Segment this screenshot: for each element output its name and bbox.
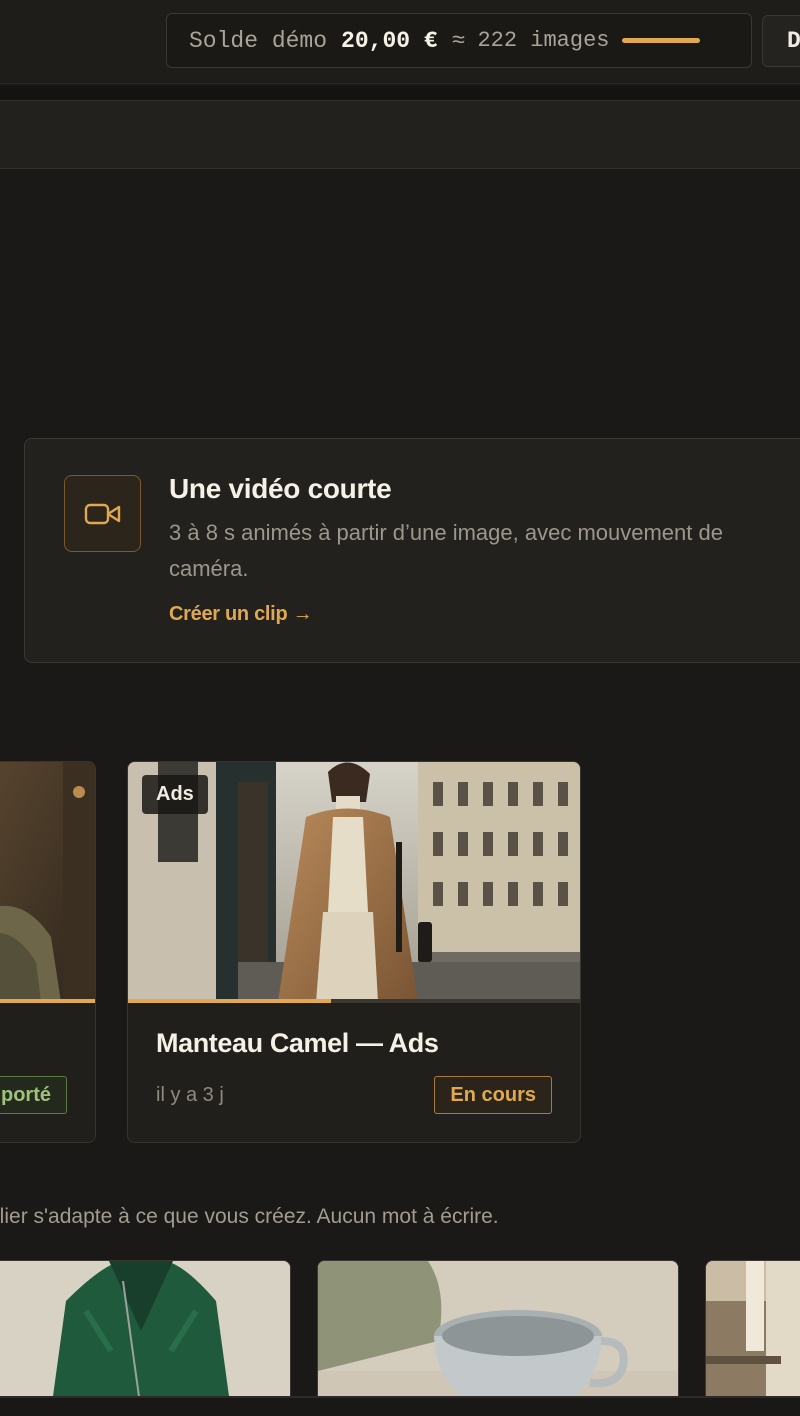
project-card-manteau-camel[interactable]: Ads Manteau Camel — Ads il y a 3 j En co… [127, 761, 581, 1143]
status-badge: En cours [434, 1076, 552, 1114]
create-clip-link[interactable]: Créer un clip → [169, 603, 313, 626]
project-card[interactable]: porté [0, 761, 96, 1143]
project-title: Manteau Camel — Ads [156, 1028, 439, 1058]
template-thumbnail-cup[interactable] [317, 1260, 679, 1410]
video-card-description: 3 à 8 s animés à partir d’une image, ave… [169, 520, 723, 581]
bottom-edge [0, 1396, 800, 1416]
demo-balance-widget[interactable]: Solde démo 20,00 € ≈ 222 images [166, 13, 752, 68]
project-thumbnail [0, 762, 95, 1002]
template-thumbnail-kitchen[interactable] [705, 1260, 800, 1410]
top-header: Solde démo 20,00 € ≈ 222 images D [0, 0, 800, 84]
project-time: il y a 3 j [156, 1084, 224, 1106]
project-progress-track [0, 999, 95, 1003]
status-badge: porté [0, 1076, 67, 1114]
images-count: 222 images [477, 28, 610, 53]
header-button[interactable]: D [762, 15, 800, 67]
template-thumbnail-jacket[interactable] [0, 1260, 291, 1410]
balance-bar [621, 38, 700, 43]
balance-label: Solde démo [189, 27, 328, 54]
sub-toolbar [0, 100, 800, 169]
balance-amount: 20,00 € [341, 27, 438, 54]
project-progress-fill [0, 999, 95, 1003]
section-caption: elier s'adapte à ce que vous créez. Aucu… [0, 1205, 499, 1228]
approx-symbol: ≈ [451, 27, 466, 54]
video-camera-icon [64, 475, 141, 552]
project-progress-fill [128, 999, 332, 1003]
video-card-title: Une vidéo courte [169, 473, 392, 504]
project-progress-track [128, 999, 580, 1003]
short-video-card[interactable]: Une vidéo courte 3 à 8 s animés à partir… [24, 438, 800, 663]
header-divider [0, 86, 800, 100]
project-tag: Ads [142, 775, 208, 814]
